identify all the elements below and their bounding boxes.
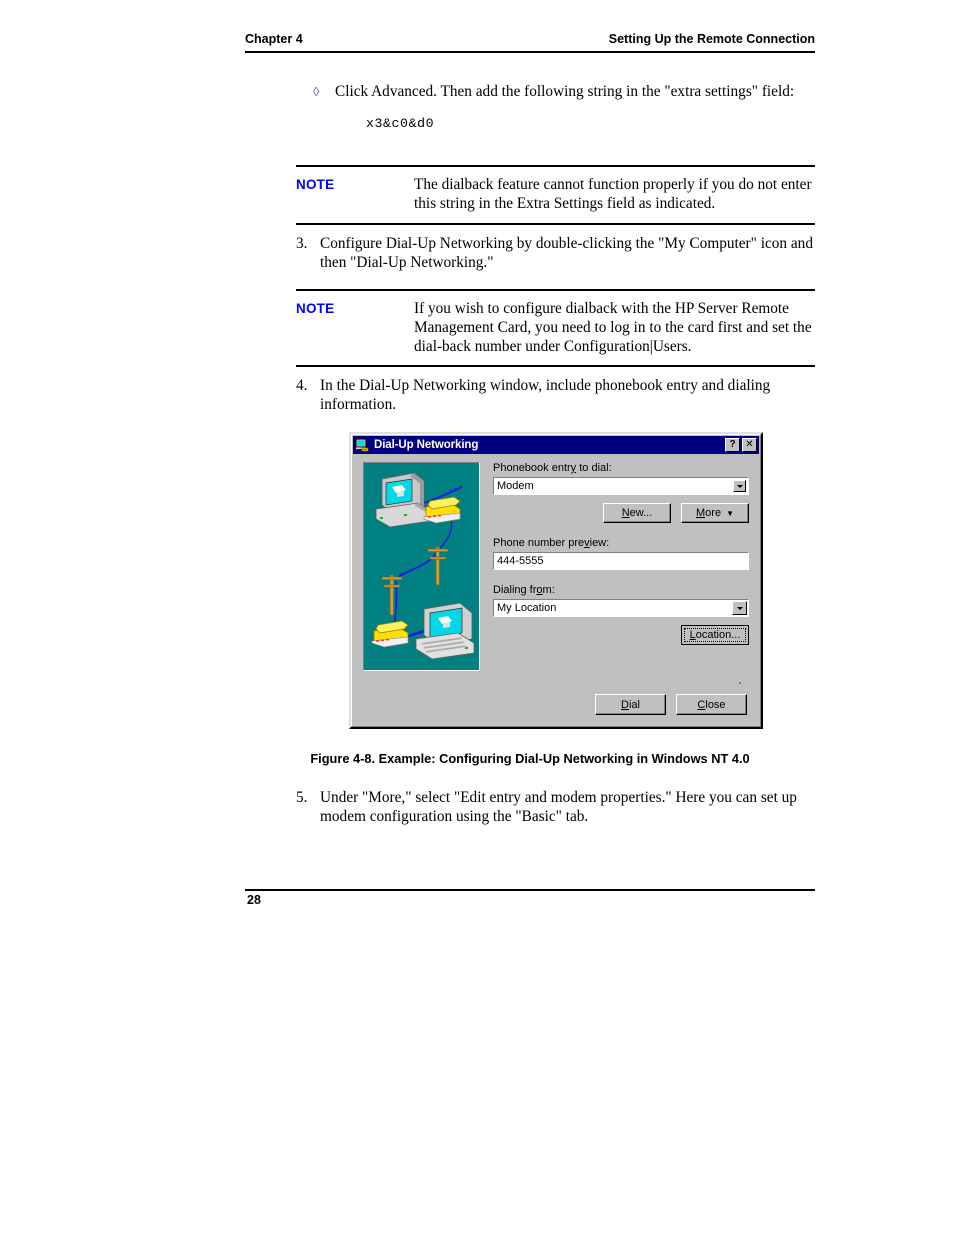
running-header: Chapter 4 Setting Up the Remote Connecti… [245, 32, 815, 46]
note-rule-bottom [296, 222, 815, 225]
location-button-label: Location... [689, 629, 741, 641]
figure-caption: Figure 4-8. Example: Configuring Dial-Up… [310, 751, 750, 766]
note-body: If you wish to configure dialback with t… [414, 300, 812, 355]
numbered-step-3: 3. Configure Dial-Up Networking by doubl… [296, 235, 816, 272]
chevron-down-icon[interactable] [732, 601, 747, 615]
document-page: Chapter 4 Setting Up the Remote Connecti… [0, 0, 954, 1235]
note-rule-bottom [296, 365, 815, 368]
help-button[interactable]: ? [725, 438, 740, 452]
step-text: Configure Dial-Up Networking by double-c… [320, 235, 813, 271]
phone-number-preview-value: 444-5555 [497, 555, 544, 567]
new-button[interactable]: New... [603, 503, 671, 523]
dialing-from-label: Dialing from: [493, 584, 555, 596]
dialog-action-buttons: Dial Close [595, 694, 747, 715]
close-button-label: Close [697, 698, 726, 711]
new-button-label: New... [621, 507, 653, 519]
dial-up-illustration [363, 462, 480, 671]
phone-number-preview-label: Phone number preview: [493, 537, 610, 549]
note-block-2: NOTE If you wish to configure dialback w… [296, 289, 815, 368]
header-chapter: Chapter 4 [245, 32, 303, 46]
bullet-item-text: Click Advanced. Then add the following s… [335, 83, 795, 100]
more-dropdown-arrow-icon: ▼ [726, 508, 734, 518]
header-section-title: Setting Up the Remote Connection [608, 32, 815, 46]
dial-button-label: Dial [621, 698, 640, 711]
header-rule [245, 51, 815, 53]
diamond-bullet-icon: ◊ [313, 84, 320, 99]
bullet-item-advanced: ◊ Click Advanced. Then add the following… [313, 83, 818, 132]
code-string: x3&c0&d0 [366, 115, 435, 131]
dialog-titlebar[interactable]: Dial-Up Networking ? ✕ [353, 436, 759, 454]
close-icon[interactable]: ✕ [742, 438, 757, 452]
dialog-form: Phonebook entry to dial: Modem New... Mo… [493, 462, 749, 645]
close-button[interactable]: Close [676, 694, 747, 715]
phone-number-preview-input[interactable]: 444-5555 [493, 552, 749, 570]
more-button-label: More [696, 507, 722, 519]
step-number: 5. [296, 789, 308, 806]
phonebook-button-row: New... More ▼ [493, 503, 749, 523]
numbered-step-4: 4. In the Dial-Up Networking window, inc… [296, 377, 816, 414]
step-text: In the Dial-Up Networking window, includ… [320, 377, 771, 413]
dialup-networking-icon [355, 438, 371, 452]
page-number: 28 [247, 893, 261, 907]
step-text: Under "More," select "Edit entry and mod… [320, 789, 797, 825]
note-body: The dialback feature cannot function pro… [414, 176, 812, 212]
dial-button[interactable]: Dial [595, 694, 666, 715]
dialing-from-value: My Location [497, 602, 557, 614]
note-block-1: NOTE The dialback feature cannot functio… [296, 165, 815, 225]
decorative-dot [739, 682, 741, 684]
step-number: 4. [296, 377, 308, 394]
location-button-row: Location... [493, 625, 749, 645]
phonebook-entry-label: Phonebook entry to dial: [493, 462, 612, 474]
footer-rule [245, 889, 815, 891]
numbered-step-5: 5. Under "More," select "Edit entry and … [296, 789, 816, 826]
more-button[interactable]: More ▼ [681, 503, 749, 523]
note-label: NOTE [296, 301, 335, 316]
dial-up-networking-dialog: Dial-Up Networking ? ✕ Phonebook entry t… [349, 432, 763, 729]
phonebook-entry-value: Modem [497, 480, 534, 492]
note-label: NOTE [296, 177, 335, 192]
location-button[interactable]: Location... [681, 625, 749, 645]
step-number: 3. [296, 235, 308, 252]
dialog-title: Dial-Up Networking [374, 439, 479, 451]
phonebook-entry-combobox[interactable]: Modem [493, 477, 749, 495]
chevron-down-icon[interactable] [733, 480, 746, 492]
titlebar-buttons: ? ✕ [725, 438, 757, 452]
dialing-from-combobox[interactable]: My Location [493, 599, 749, 617]
